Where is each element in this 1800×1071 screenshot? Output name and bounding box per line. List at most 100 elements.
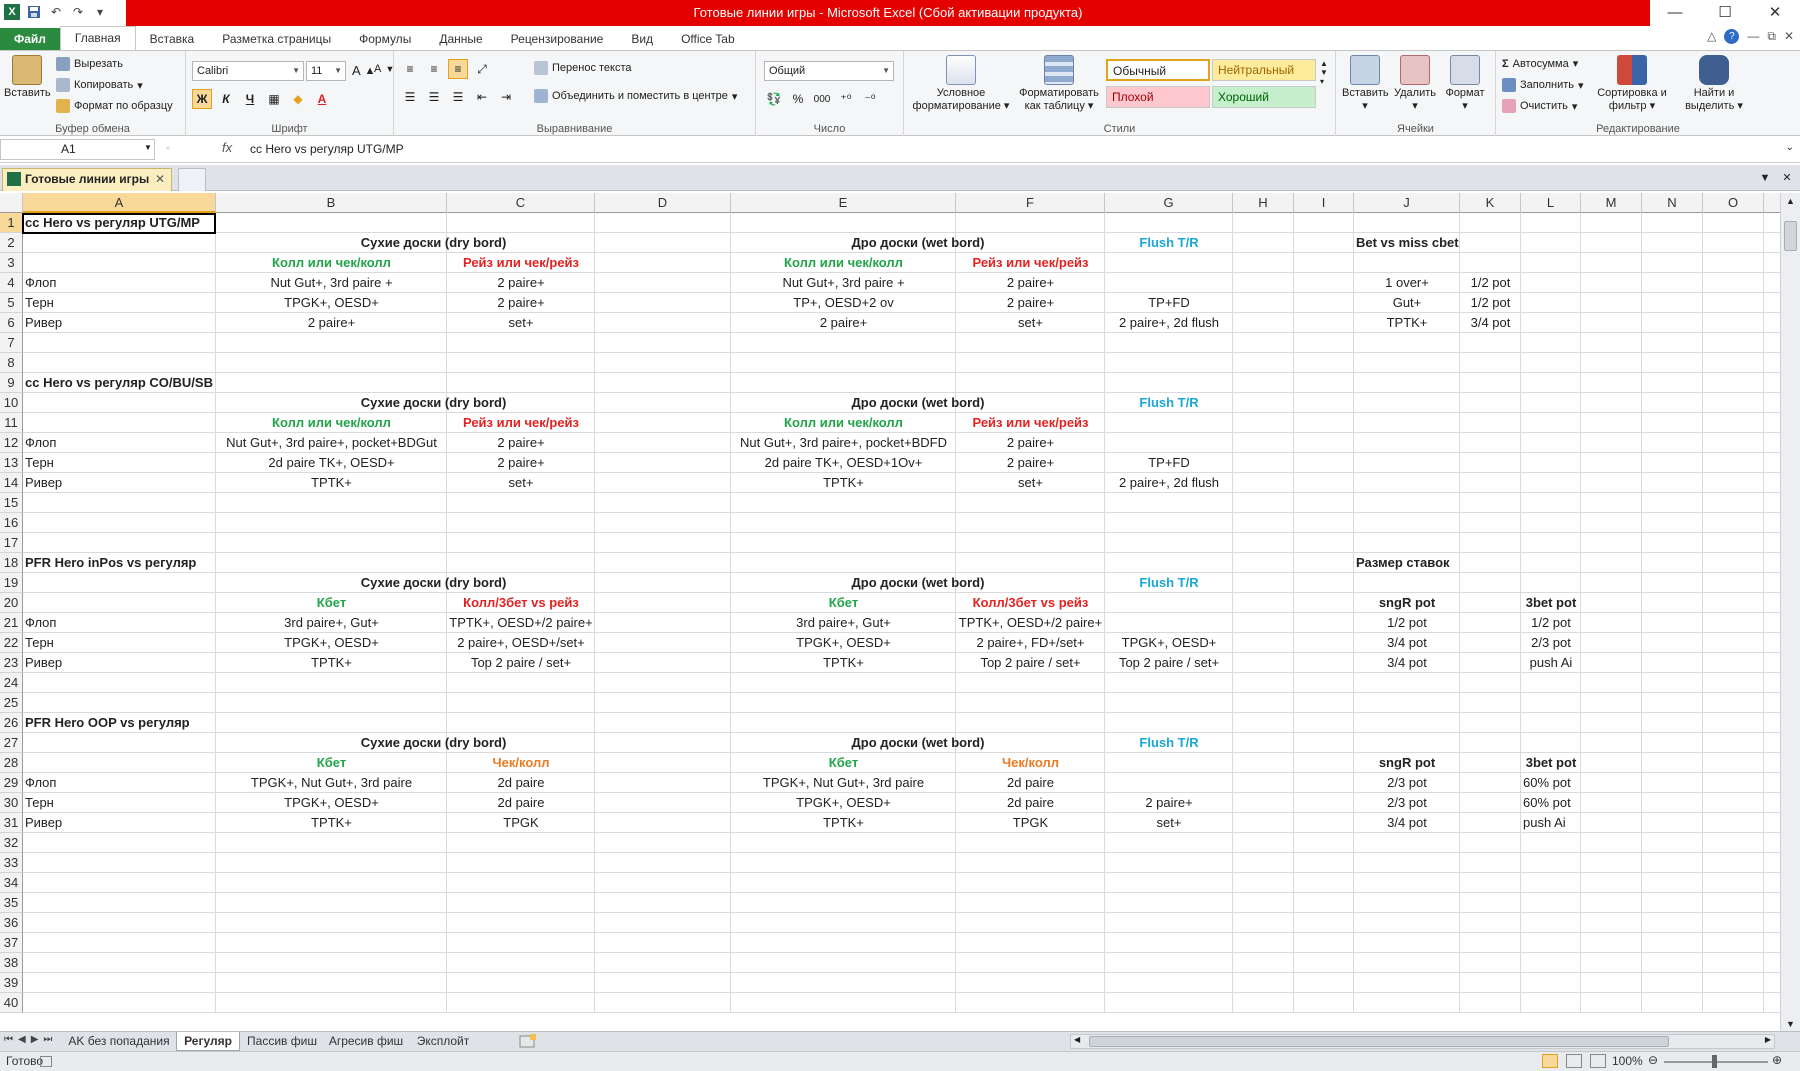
cell-b14[interactable]: TPTK+ xyxy=(216,473,447,492)
cell-f21[interactable]: TPTK+, OESD+/2 paire+ xyxy=(956,613,1105,632)
cell-c30[interactable]: 2d paire xyxy=(447,793,595,812)
grid-cell[interactable] xyxy=(1294,993,1354,1012)
grid-cell[interactable] xyxy=(1703,933,1764,952)
grid-cell[interactable] xyxy=(1642,673,1703,692)
grid-cell[interactable] xyxy=(1233,973,1294,992)
grid-cell[interactable] xyxy=(1294,353,1354,372)
grid-cell[interactable] xyxy=(1581,693,1642,712)
grid-cell[interactable] xyxy=(1703,853,1764,872)
cell-b6[interactable]: 2 paire+ xyxy=(216,313,447,332)
grid-cell[interactable] xyxy=(956,853,1105,872)
grid-cell[interactable] xyxy=(1521,533,1581,552)
cell-c31[interactable]: TPGK xyxy=(447,813,595,832)
grid-cell[interactable] xyxy=(1581,933,1642,952)
grid-cell[interactable] xyxy=(1105,593,1233,612)
grid-cell[interactable] xyxy=(23,393,216,412)
shrink-font-button[interactable]: A ▼ xyxy=(374,63,394,75)
cell-c13[interactable]: 2 paire+ xyxy=(447,453,595,472)
grid-cell[interactable] xyxy=(956,913,1105,932)
grid-cell[interactable] xyxy=(1354,353,1460,372)
clear-button[interactable]: Очистить ▾ xyxy=(1502,99,1577,113)
grid-cell[interactable] xyxy=(1703,693,1764,712)
grid-cell[interactable] xyxy=(1233,753,1294,772)
grid-cell[interactable] xyxy=(1233,633,1294,652)
grid-cell[interactable] xyxy=(1460,373,1521,392)
grid-cell[interactable] xyxy=(1105,613,1233,632)
cell-f28[interactable]: Чек/колл xyxy=(956,753,1105,772)
tab-data[interactable]: Данные xyxy=(425,28,496,50)
grid-cell[interactable] xyxy=(1354,873,1460,892)
row-header[interactable]: 29 xyxy=(0,773,23,793)
cell-f11[interactable]: Рейз или чек/рейз xyxy=(956,413,1105,432)
cell-e6[interactable]: 2 paire+ xyxy=(731,313,956,332)
row-header[interactable]: 27 xyxy=(0,733,23,753)
format-cells-button[interactable]: Формат ▾ xyxy=(1442,55,1488,113)
cell-c4[interactable]: 2 paire+ xyxy=(447,273,595,292)
grid-cell[interactable] xyxy=(1354,833,1460,852)
column-header-g[interactable]: G xyxy=(1105,193,1233,213)
row-header[interactable]: 34 xyxy=(0,873,23,893)
grid-cell[interactable] xyxy=(1354,433,1460,452)
grid-cell[interactable] xyxy=(1521,553,1581,572)
zoom-slider-thumb[interactable] xyxy=(1712,1055,1717,1068)
grid-cell[interactable] xyxy=(447,673,595,692)
grid-cell[interactable] xyxy=(1233,733,1294,752)
thousands-button[interactable]: 000 xyxy=(812,89,832,109)
grid-cell[interactable] xyxy=(216,493,447,512)
cell-a18[interactable]: PFR Hero inPos vs регуляр xyxy=(23,553,216,572)
grid-cell[interactable] xyxy=(595,653,731,672)
borders-icon[interactable]: ▦ xyxy=(264,89,284,109)
grid-cell[interactable] xyxy=(1460,413,1521,432)
grid-cell[interactable] xyxy=(1581,593,1642,612)
grid-cell[interactable] xyxy=(1581,493,1642,512)
page-layout-view-icon[interactable] xyxy=(1566,1054,1582,1068)
grid-cell[interactable] xyxy=(1703,513,1764,532)
grid-cell[interactable] xyxy=(1521,373,1581,392)
cell-k5[interactable]: 1/2 pot xyxy=(1460,293,1521,312)
grid-cell[interactable] xyxy=(447,933,595,952)
grid-cell[interactable] xyxy=(1703,773,1764,792)
grid-cell[interactable] xyxy=(1521,973,1581,992)
cell-f12[interactable]: 2 paire+ xyxy=(956,433,1105,452)
grid-cell[interactable] xyxy=(595,453,731,472)
grid-cell[interactable] xyxy=(216,833,447,852)
help-icon[interactable]: ? xyxy=(1724,29,1740,44)
name-box-dropdown-icon[interactable]: ▼ xyxy=(144,143,152,152)
grid-cell[interactable] xyxy=(731,873,956,892)
grid-cell[interactable] xyxy=(1105,913,1233,932)
row-header[interactable]: 25 xyxy=(0,693,23,713)
row-header[interactable]: 15 xyxy=(0,493,23,513)
cell-g2[interactable]: Flush T/R xyxy=(1105,233,1233,252)
grid-cell[interactable] xyxy=(1521,353,1581,372)
grid-cell[interactable] xyxy=(1642,353,1703,372)
grid-cell[interactable] xyxy=(1460,833,1521,852)
grid-cell[interactable] xyxy=(1581,973,1642,992)
grid-cell[interactable] xyxy=(216,953,447,972)
grid-cell[interactable] xyxy=(1642,333,1703,352)
grid-cell[interactable] xyxy=(447,893,595,912)
cell-f14[interactable]: set+ xyxy=(956,473,1105,492)
row-header[interactable]: 37 xyxy=(0,933,23,953)
grid-cell[interactable] xyxy=(1581,333,1642,352)
grid-cell[interactable] xyxy=(216,373,447,392)
grid-cell[interactable] xyxy=(1521,473,1581,492)
grid-cell[interactable] xyxy=(447,333,595,352)
grid-cell[interactable] xyxy=(1642,513,1703,532)
grid-cell[interactable] xyxy=(447,553,595,572)
cell-c3[interactable]: Рейз или чек/рейз xyxy=(447,253,595,272)
cell-b19[interactable]: Сухие доски (dry bord) xyxy=(216,573,731,592)
grid-cell[interactable] xyxy=(1233,373,1294,392)
grid-cell[interactable] xyxy=(1581,913,1642,932)
cell-j29[interactable]: 2/3 pot xyxy=(1354,773,1460,792)
grid-cell[interactable] xyxy=(1354,513,1460,532)
bold-button[interactable]: Ж xyxy=(192,89,212,109)
grid-cell[interactable] xyxy=(1354,953,1460,972)
grid-cell[interactable] xyxy=(1105,373,1233,392)
column-header-f[interactable]: F xyxy=(956,193,1105,213)
grid-cell[interactable] xyxy=(1703,413,1764,432)
row-header[interactable]: 12 xyxy=(0,433,23,453)
grid-cell[interactable] xyxy=(1233,913,1294,932)
cell-e30[interactable]: TPGK+, OESD+ xyxy=(731,793,956,812)
grid-cell[interactable] xyxy=(23,333,216,352)
grid-cell[interactable] xyxy=(1581,893,1642,912)
